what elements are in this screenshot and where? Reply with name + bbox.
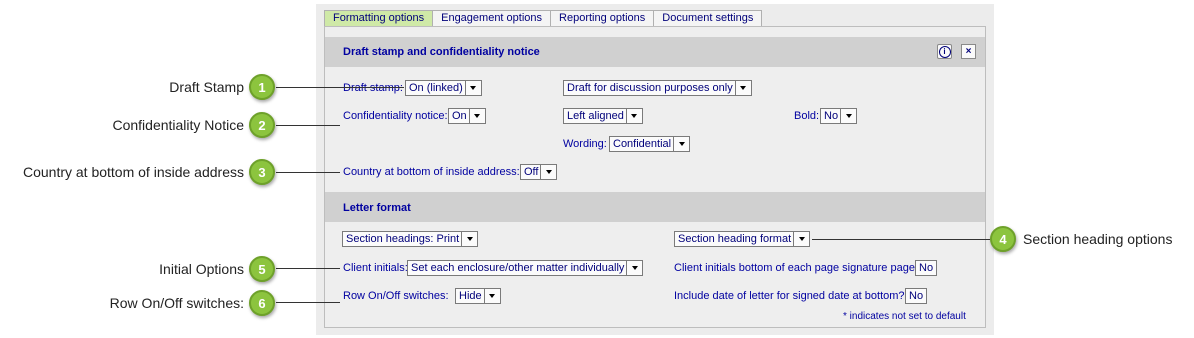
callout-badge-3: 3 <box>249 159 275 185</box>
section-heading-format-select[interactable]: Section heading format <box>674 231 811 247</box>
tab-document-settings[interactable]: Document settings <box>653 10 763 27</box>
bold-select[interactable]: No <box>820 108 858 124</box>
callout-label-confidentiality: Confidentiality Notice <box>112 117 244 133</box>
draft-text-value: Draft for discussion purposes only <box>567 82 733 94</box>
confidentiality-label: Confidentiality notice: <box>343 110 448 122</box>
row-switches-select[interactable]: Hide <box>455 288 501 304</box>
confidentiality-value: On <box>452 110 467 122</box>
client-initials-select[interactable]: Set each enclosure/other matter individu… <box>407 260 644 276</box>
callout-line-5 <box>276 268 340 269</box>
section-heading-format-value: Section heading format <box>678 233 792 245</box>
callout-badge-5: 5 <box>249 256 275 282</box>
row-switches-label: Row On/Off switches: <box>343 290 449 302</box>
include-date-label: Include date of letter for signed date a… <box>674 290 905 302</box>
chevron-down-icon <box>625 109 642 123</box>
callout-label-country: Country at bottom of inside address <box>22 164 244 180</box>
callout-badge-4: 4 <box>990 226 1016 252</box>
initials-bottom-label: Client initials bottom of each page sign… <box>674 262 918 274</box>
chevron-down-icon <box>793 232 809 246</box>
bold-label: Bold: <box>794 110 820 122</box>
section-headings-value: Section headings: Print <box>346 233 460 245</box>
country-value: Off <box>524 166 539 178</box>
footnote: * indicates not set to default <box>843 311 966 322</box>
info-button[interactable]: i <box>937 44 952 59</box>
chevron-down-icon <box>540 165 556 179</box>
draft-stamp-label: Draft stamp: <box>343 82 403 94</box>
chevron-down-icon <box>626 261 642 275</box>
wording-select[interactable]: Confidential <box>609 136 691 152</box>
info-icon: i <box>938 45 951 58</box>
tab-bar: Formatting options Engagement options Re… <box>324 10 763 27</box>
draft-stamp-select[interactable]: On (linked) <box>405 80 482 96</box>
letter-section-title: Letter format <box>343 202 411 214</box>
wording-label: Wording: <box>563 138 607 150</box>
tab-reporting-options[interactable]: Reporting options <box>550 10 655 27</box>
tab-engagement-options[interactable]: Engagement options <box>432 10 552 27</box>
chevron-down-icon <box>734 81 751 95</box>
callout-badge-1: 1 <box>249 74 275 100</box>
callout-label-row-switches: Row On/Off switches: <box>109 295 244 311</box>
callout-badge-2: 2 <box>249 112 275 138</box>
chevron-down-icon <box>461 232 477 246</box>
bold-value: No <box>824 110 839 122</box>
alignment-select[interactable]: Left aligned <box>563 108 643 124</box>
client-initials-label: Client initials: <box>343 262 408 274</box>
chevron-down-icon <box>483 289 500 303</box>
country-label: Country at bottom of inside address: <box>343 166 520 178</box>
include-date-toggle[interactable]: No <box>905 288 928 304</box>
chevron-down-icon <box>673 137 689 151</box>
row-switches-value: Hide <box>459 290 482 302</box>
client-initials-value: Set each enclosure/other matter individu… <box>411 262 625 274</box>
callout-label-draft-stamp: Draft Stamp <box>169 79 244 95</box>
chevron-down-icon <box>464 81 481 95</box>
country-select[interactable]: Off <box>520 164 558 180</box>
callout-line-3 <box>276 172 340 173</box>
close-icon: × <box>965 46 972 57</box>
callout-line-6 <box>276 302 340 303</box>
callout-label-section-heading: Section heading options <box>1023 231 1173 247</box>
wording-value: Confidential <box>613 138 672 150</box>
callout-line-4 <box>812 239 990 240</box>
chevron-down-icon <box>840 109 856 123</box>
close-button[interactable]: × <box>961 44 976 59</box>
callout-badge-6: 6 <box>249 290 275 316</box>
alignment-value: Left aligned <box>567 110 624 122</box>
letter-section-header <box>325 192 985 222</box>
chevron-down-icon <box>468 109 485 123</box>
confidentiality-select[interactable]: On <box>448 108 486 124</box>
callout-line-1 <box>276 87 404 88</box>
callout-label-initials: Initial Options <box>159 261 244 277</box>
tab-formatting-options[interactable]: Formatting options <box>324 10 434 27</box>
draft-section-title: Draft stamp and confidentiality notice <box>343 46 540 58</box>
draft-text-select[interactable]: Draft for discussion purposes only <box>563 80 752 96</box>
callout-line-2 <box>276 125 340 126</box>
section-headings-select[interactable]: Section headings: Print <box>342 231 479 247</box>
initials-bottom-toggle[interactable]: No <box>915 260 938 276</box>
draft-stamp-value: On (linked) <box>409 82 463 94</box>
